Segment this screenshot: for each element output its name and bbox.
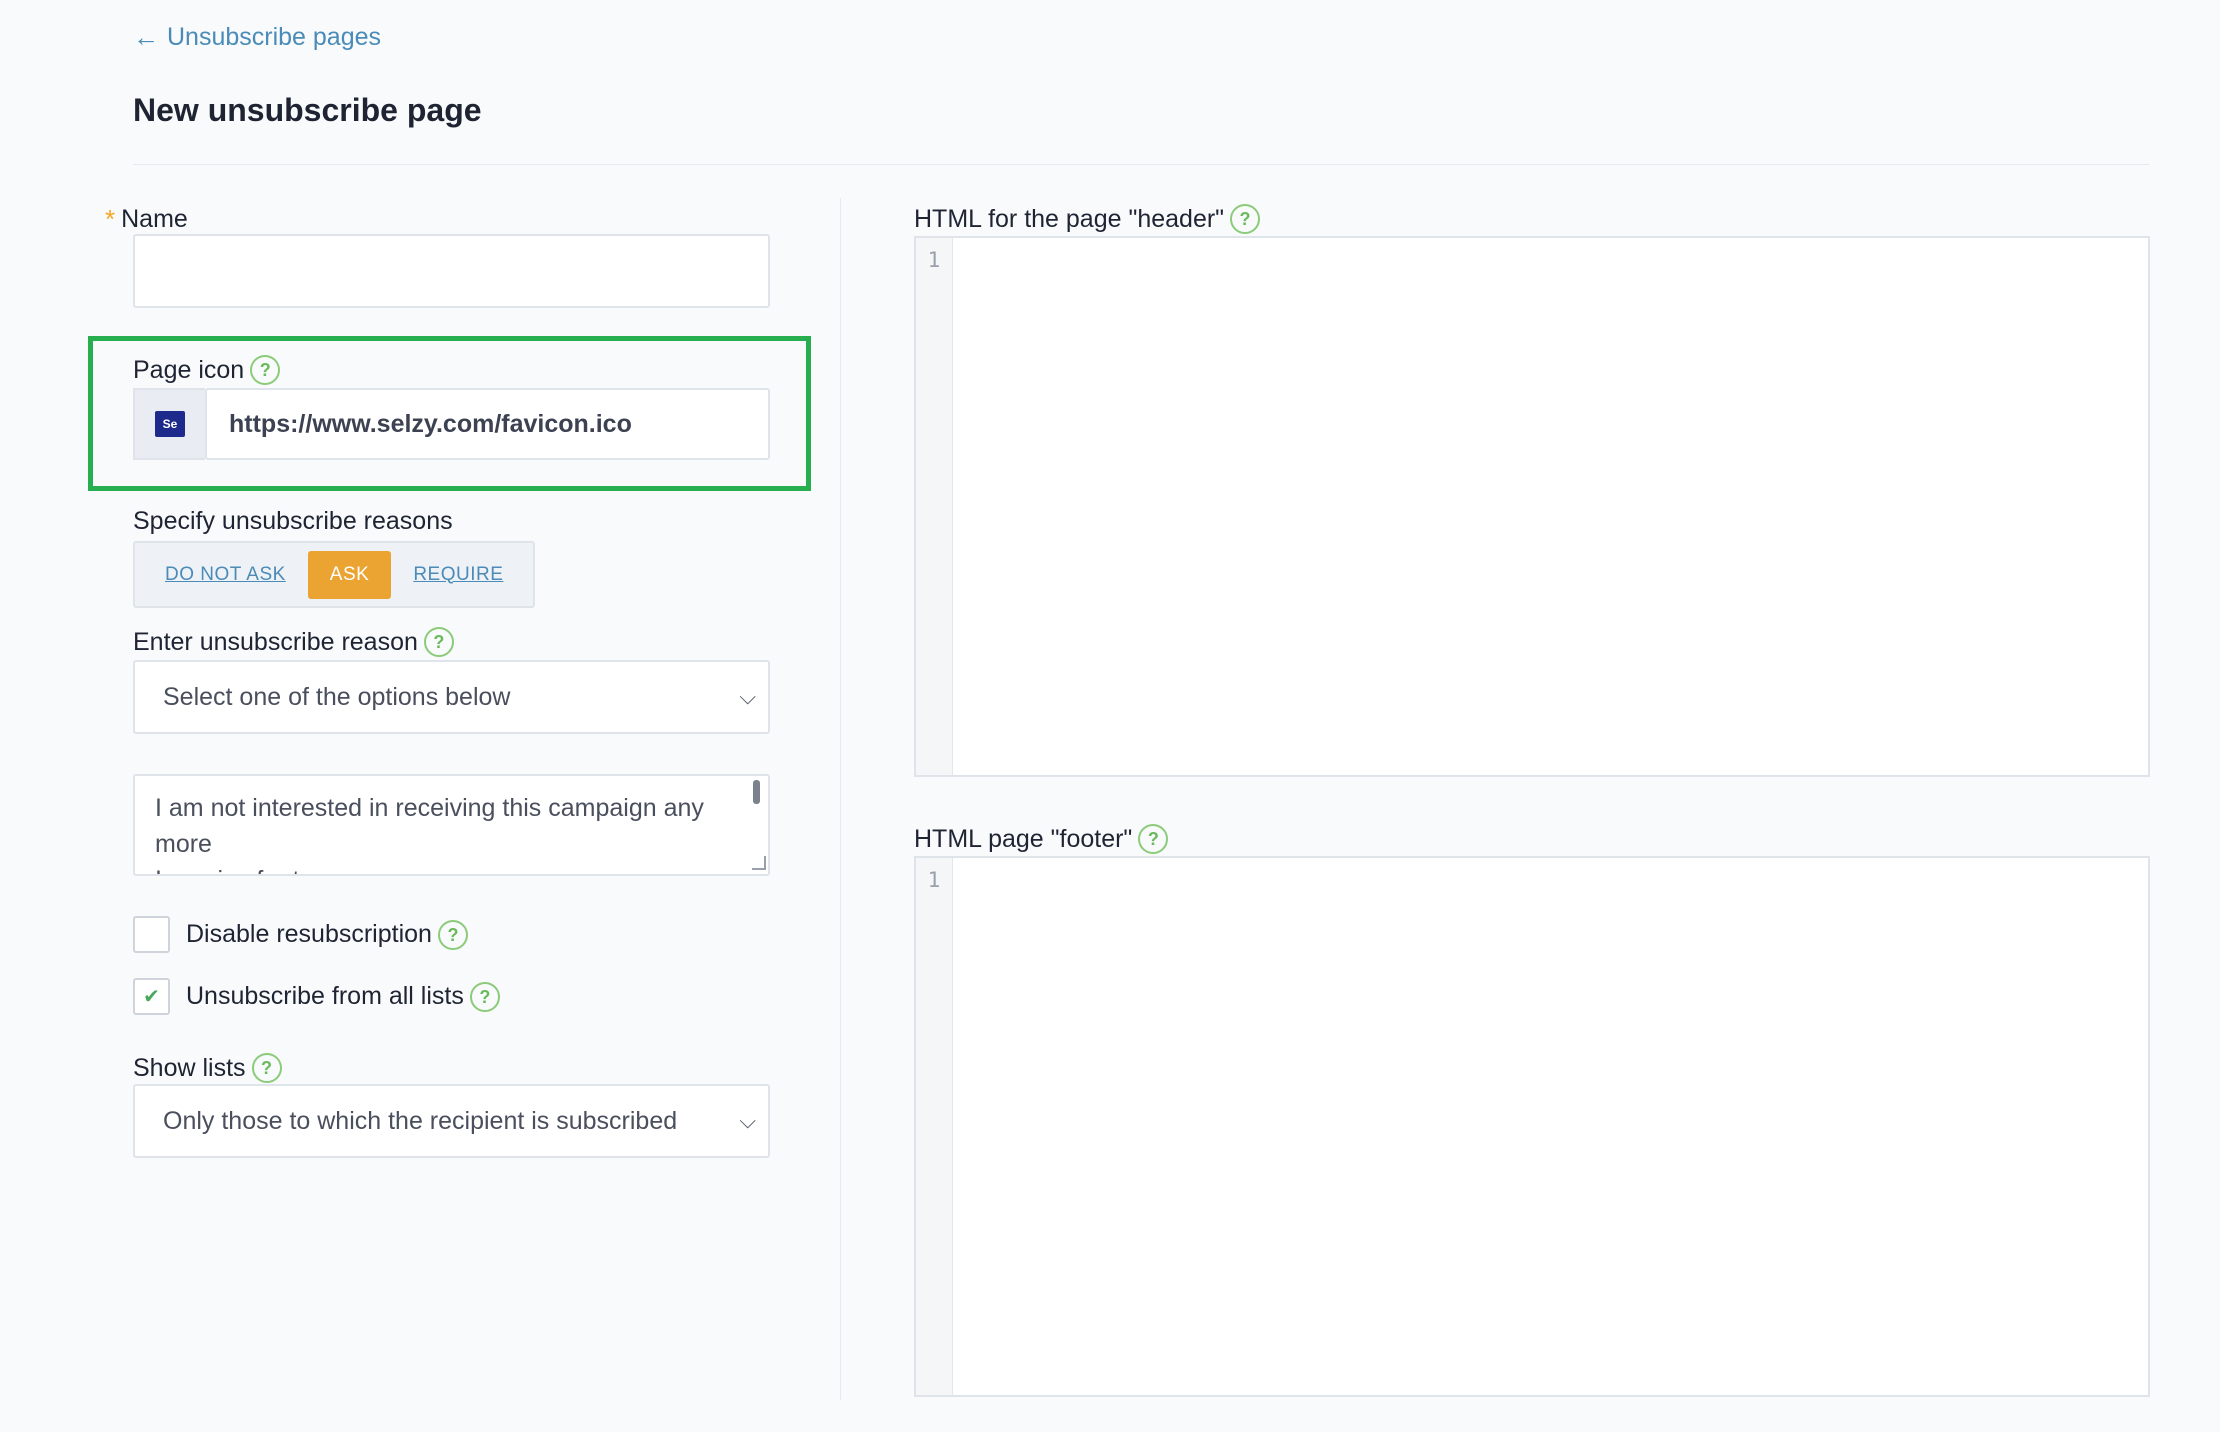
name-input[interactable] xyxy=(133,234,770,308)
name-label: Name xyxy=(121,205,188,233)
unsubscribe-all-row: ✔ Unsubscribe from all lists ? xyxy=(133,978,500,1015)
help-icon[interactable]: ? xyxy=(1230,204,1261,234)
show-lists-value: Only those to which the recipient is sub… xyxy=(163,1106,678,1135)
chevron-down-icon: ⌵ xyxy=(739,684,756,709)
show-lists-select[interactable]: Only those to which the recipient is sub… xyxy=(133,1084,770,1158)
page-title: New unsubscribe page xyxy=(133,92,482,128)
help-icon[interactable]: ? xyxy=(1138,824,1169,854)
header-editor-label: HTML for the page "header" xyxy=(914,204,1225,233)
page-icon-url-input[interactable]: https://www.selzy.com/favicon.ico xyxy=(205,388,770,460)
show-lists-label: Show lists xyxy=(133,1053,246,1082)
show-lists-label-row: Show lists ? xyxy=(133,1053,282,1083)
reasons-textarea[interactable]: I am not interested in receiving this ca… xyxy=(133,774,770,876)
footer-editor-label: HTML page "footer" xyxy=(914,824,1133,853)
header-code-editor[interactable]: 1 xyxy=(914,236,2150,777)
disable-resubscription-row: Disable resubscription ? xyxy=(133,916,468,953)
unsubscribe-all-label: Unsubscribe from all lists xyxy=(186,982,464,1010)
reasons-require-button[interactable]: REQUIRE xyxy=(391,551,525,599)
textarea-scrollbar[interactable] xyxy=(753,780,760,804)
help-icon[interactable]: ? xyxy=(250,355,281,385)
column-divider xyxy=(840,198,841,1400)
required-star-icon: * xyxy=(105,204,116,234)
help-icon[interactable]: ? xyxy=(469,981,500,1012)
header-code-area[interactable] xyxy=(953,238,2148,775)
reasons-mode-segmented-control: DO NOT ASK ASK REQUIRE xyxy=(133,541,536,608)
reason-select[interactable]: Select one of the options below ⌵ xyxy=(133,660,770,734)
help-icon[interactable]: ? xyxy=(251,1053,282,1083)
name-label-row: * Name xyxy=(105,204,188,235)
disable-resubscription-label: Disable resubscription xyxy=(186,920,432,948)
help-icon[interactable]: ? xyxy=(423,627,454,657)
footer-editor-label-row: HTML page "footer" ? xyxy=(914,824,1169,854)
line-number-gutter: 1 xyxy=(916,238,953,775)
textarea-resize-handle[interactable] xyxy=(752,856,766,870)
back-link-label: Unsubscribe pages xyxy=(167,23,382,51)
checkmark-icon: ✔ xyxy=(143,986,160,1008)
favicon-icon: Se xyxy=(155,411,185,437)
back-link[interactable]: ← Unsubscribe pages xyxy=(133,22,381,53)
chevron-down-icon: ⌵ xyxy=(739,1108,756,1133)
reason-select-label: Enter unsubscribe reason xyxy=(133,627,418,656)
footer-code-area[interactable] xyxy=(953,858,2148,1395)
line-number-gutter: 1 xyxy=(916,858,953,1395)
header-divider xyxy=(133,164,2149,165)
help-icon[interactable]: ? xyxy=(437,919,468,950)
reason-select-label-row: Enter unsubscribe reason ? xyxy=(133,627,454,657)
footer-code-editor[interactable]: 1 xyxy=(914,856,2150,1397)
page-icon-label: Page icon xyxy=(133,355,245,384)
disable-resubscription-checkbox[interactable] xyxy=(133,916,170,953)
unsubscribe-all-checkbox[interactable]: ✔ xyxy=(133,978,170,1015)
reasons-ask-button[interactable]: ASK xyxy=(307,550,392,599)
reasons-do-not-ask-button[interactable]: DO NOT ASK xyxy=(143,551,308,599)
header-editor-label-row: HTML for the page "header" ? xyxy=(914,204,1261,234)
page-icon-label-row: Page icon ? xyxy=(133,355,281,385)
reasons-mode-label: Specify unsubscribe reasons xyxy=(133,507,453,535)
reason-select-value: Select one of the options below xyxy=(163,682,511,711)
arrow-left-icon: ← xyxy=(133,22,159,52)
favicon-preview: Se xyxy=(133,388,205,460)
